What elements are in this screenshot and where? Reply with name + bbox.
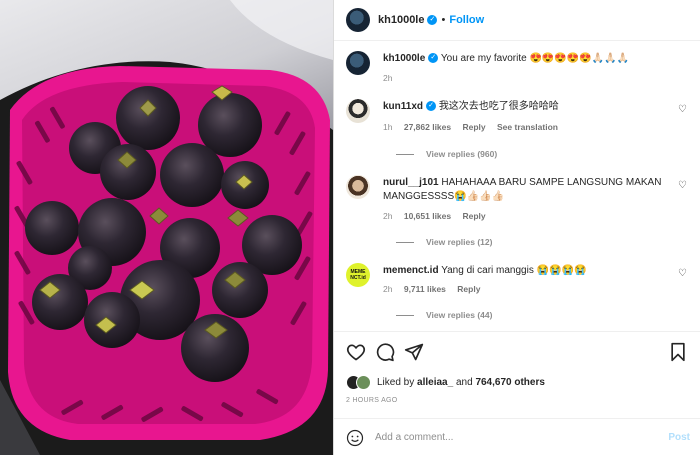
reply-button[interactable]: Reply	[462, 122, 485, 132]
post-details-panel: kh1000le ✓ • Follow kh1000le ✓ You are my…	[333, 0, 700, 455]
comment-text: Yang di cari manggis 😭😭😭😭	[441, 265, 587, 276]
heart-icon[interactable]: ♡	[678, 105, 688, 115]
caption-row: kh1000le ✓ You are my favorite 😍😍😍😍😍🙏🏻🙏🏻🙏…	[346, 41, 688, 93]
and-label: and	[455, 377, 473, 388]
comment-likes[interactable]: 9,711 likes	[404, 284, 446, 294]
post-timestamp: 2 HOURS AGO	[346, 397, 398, 404]
follow-button[interactable]: Follow	[449, 14, 484, 26]
caption-username[interactable]: kh1000le	[383, 53, 425, 64]
comment-item: nurul__j101 HAHAHAAA BARU SAMPE LANGSUNG…	[346, 165, 688, 249]
liked-by-user[interactable]: alleiaa_	[417, 377, 453, 388]
comment-username[interactable]: kun11xd	[383, 101, 423, 112]
verified-icon: ✓	[427, 15, 438, 25]
comment-age: 2h	[383, 211, 393, 221]
post-image[interactable]	[0, 0, 333, 455]
reply-button[interactable]: Reply	[462, 211, 485, 221]
heart-icon[interactable]: ♡	[678, 181, 688, 191]
divider-line	[396, 314, 414, 316]
share-icon[interactable]	[404, 342, 424, 362]
see-translation-button[interactable]: See translation	[497, 122, 558, 132]
caption-age: 2h	[383, 73, 393, 83]
view-replies-button[interactable]: View replies (12)	[396, 237, 492, 247]
heart-icon[interactable]: ♡	[678, 269, 688, 279]
author-avatar[interactable]	[346, 8, 370, 32]
reply-button[interactable]: Reply	[457, 284, 480, 294]
comment-username[interactable]: nurul__j101	[383, 177, 439, 188]
comment-age: 1h	[383, 122, 393, 132]
heart-icon[interactable]	[346, 342, 366, 362]
comment-icon[interactable]	[375, 342, 395, 362]
comments-list[interactable]: kh1000le ✓ You are my favorite 😍😍😍😍😍🙏🏻🙏🏻🙏…	[334, 41, 700, 331]
post-comment-button[interactable]: Post	[668, 432, 690, 443]
divider-line	[396, 153, 414, 155]
separator-dot: •	[441, 14, 446, 26]
comment-input[interactable]: Add a comment...	[375, 432, 453, 443]
post-actions: Liked by alleiaa_ and 764,670 others 2 H…	[334, 331, 700, 456]
comment-item: kun11xd ✓ 我这次去也吃了很多哈哈哈 1h 27,862 likes Re…	[346, 89, 688, 167]
comment-text: 我这次去也吃了很多哈哈哈	[438, 101, 559, 112]
verified-icon: ✓	[426, 101, 437, 112]
post-header: kh1000le ✓ • Follow	[334, 0, 700, 41]
verified-icon: ✓	[428, 53, 439, 64]
comment-likes[interactable]: 27,862 likes	[404, 122, 451, 132]
add-comment-bar: Add a comment... Post	[334, 418, 700, 457]
commenter-avatar[interactable]	[346, 175, 370, 199]
smile-icon[interactable]	[346, 429, 364, 447]
liked-by-label: Liked by	[377, 377, 415, 388]
mangosteen-basket-photo	[0, 0, 333, 455]
commenter-avatar[interactable]	[346, 99, 370, 123]
comment-likes[interactable]: 10,651 likes	[404, 211, 451, 221]
view-replies-button[interactable]: View replies (960)	[396, 149, 497, 159]
caption-text: You are my favorite 😍😍😍😍😍🙏🏻🙏🏻🙏🏻	[440, 53, 630, 64]
liker-avatar	[356, 375, 371, 390]
comment-item: MEME NCT.id memenct.id Yang di cari mang…	[346, 253, 688, 331]
instagram-post: kh1000le ✓ • Follow kh1000le ✓ You are my…	[0, 0, 700, 455]
author-avatar[interactable]	[346, 51, 370, 75]
likes-count[interactable]: 764,670 others	[475, 377, 545, 388]
commenter-avatar[interactable]: MEME NCT.id	[346, 263, 370, 287]
likes-summary: Liked by alleiaa_ and 764,670 others	[346, 375, 545, 390]
comment-username[interactable]: memenct.id	[383, 265, 439, 276]
bookmark-icon[interactable]	[668, 342, 688, 362]
comment-age: 2h	[383, 284, 393, 294]
divider-line	[396, 241, 414, 243]
view-replies-button[interactable]: View replies (44)	[396, 310, 492, 320]
author-username[interactable]: kh1000le	[378, 14, 424, 26]
